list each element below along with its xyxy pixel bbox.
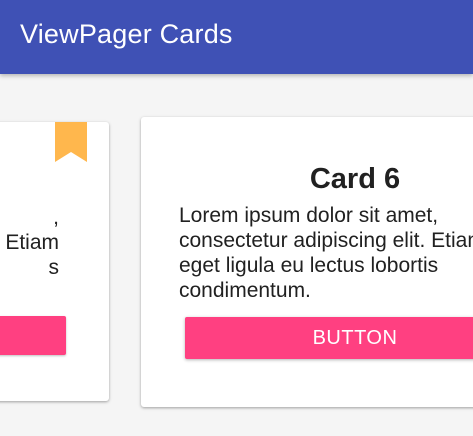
app-bar: ViewPager Cards (0, 0, 473, 74)
card-button-label: BUTTON (312, 327, 398, 349)
previous-card-line: , (53, 206, 59, 229)
app-title: ViewPager Cards (20, 19, 233, 49)
card-body-line: eget ligula eu lectus lobortis (179, 254, 439, 277)
current-card: Card 6 Lorem ipsum dolor sit amet, conse… (141, 117, 473, 407)
previous-card-text: , Etiam s (0, 205, 59, 280)
card-button[interactable]: BUTTON (185, 317, 473, 359)
card-title: Card 6 (309, 163, 401, 195)
card-body-line: condimentum. (179, 279, 311, 302)
previous-card-line: Etiam (5, 231, 59, 254)
previous-card[interactable]: , Etiam s (0, 122, 109, 401)
previous-card-button[interactable] (0, 316, 66, 355)
card-body-line: Lorem ipsum dolor sit amet, (179, 204, 439, 227)
previous-card-line: s (48, 256, 60, 279)
bookmark-icon[interactable] (55, 122, 87, 162)
card-body-line: consectetur adipiscing elit. Etiam (179, 229, 473, 252)
card-body: Lorem ipsum dolor sit amet, consectetur … (179, 203, 473, 303)
view-pager[interactable]: , Etiam s Card 6 Lorem ipsum dolor sit a… (0, 74, 473, 436)
